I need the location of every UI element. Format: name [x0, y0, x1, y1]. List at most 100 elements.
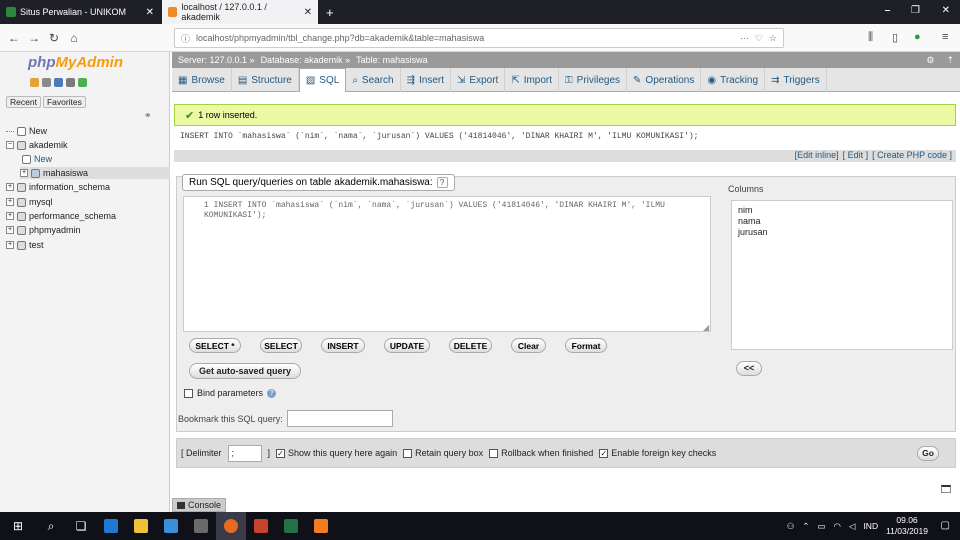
resize-handle-icon[interactable]: ◢	[703, 323, 709, 332]
edit-link[interactable]: [ Edit ]	[843, 150, 869, 162]
link-icon[interactable]: ⚭	[144, 110, 152, 121]
column-option[interactable]: nim	[738, 205, 946, 216]
tab-privileges[interactable]: ⚿ Privileges	[559, 68, 628, 92]
go-button[interactable]: Go	[917, 446, 939, 461]
edge-icon[interactable]	[96, 512, 126, 540]
clear-button[interactable]: Clear	[511, 338, 546, 353]
browser-tab-2[interactable]: localhost / 127.0.0.1 / akademik ✕	[162, 0, 318, 24]
tree-item-performance-schema[interactable]: + performance_schema	[6, 211, 116, 221]
firefox-icon[interactable]	[216, 512, 246, 540]
file-explorer-icon[interactable]	[126, 512, 156, 540]
task-view-icon[interactable]: ❏	[66, 512, 96, 540]
column-option[interactable]: nama	[738, 216, 946, 227]
tab-triggers[interactable]: ⇉ Triggers	[765, 68, 827, 92]
checkbox-checked[interactable]: ✓	[276, 448, 286, 458]
tree-item-akademik[interactable]: − akademik	[6, 140, 68, 150]
delete-button[interactable]: DELETE	[449, 338, 492, 353]
clock[interactable]: 09.06 11/03/2019	[886, 515, 928, 537]
mail-icon[interactable]	[186, 512, 216, 540]
excel-icon[interactable]	[276, 512, 306, 540]
volume-icon[interactable]: ◁	[849, 521, 856, 532]
close-tab-icon[interactable]: ✕	[304, 7, 312, 18]
search-icon[interactable]: ⌕	[36, 512, 66, 540]
library-icon[interactable]: ⫼	[868, 31, 873, 44]
logout-icon[interactable]	[42, 78, 51, 87]
battery-icon[interactable]: ▭	[817, 521, 825, 532]
xampp-icon[interactable]	[306, 512, 336, 540]
tab-import[interactable]: ⇱ Import	[505, 68, 560, 92]
tab-browse[interactable]: ▦ Browse	[172, 68, 232, 92]
column-option[interactable]: jurusan	[738, 227, 946, 238]
checkbox[interactable]	[489, 448, 499, 458]
tab-tracking[interactable]: ◉ Tracking	[701, 68, 766, 92]
select-all-button[interactable]: SELECT *	[189, 338, 241, 353]
tree-item-information-schema[interactable]: + information_schema	[6, 182, 110, 192]
expand-icon[interactable]: +	[6, 198, 14, 206]
edit-inline-link[interactable]: [Edit inline]	[795, 150, 839, 162]
breadcrumb-database[interactable]: Database: akademik »	[261, 55, 351, 65]
retain-query-option[interactable]: Retain query box	[403, 448, 483, 458]
tab-search[interactable]: ⌕ Search	[346, 68, 401, 92]
sql-editor[interactable]: 1 INSERT INTO `mahasiswa` (`nim`, `nama`…	[183, 196, 711, 332]
console-tab[interactable]: Console	[172, 498, 227, 512]
phpmyadmin-logo[interactable]: phpMyAdmin	[28, 54, 123, 71]
tree-item-new[interactable]: New	[6, 126, 47, 136]
docs-icon[interactable]	[54, 78, 63, 87]
insert-column-button[interactable]: <<	[736, 361, 762, 376]
expand-icon[interactable]: +	[6, 226, 14, 234]
close-tab-icon[interactable]: ✕	[146, 7, 154, 18]
favorites-tab[interactable]: Favorites	[42, 96, 86, 108]
insert-button[interactable]: INSERT	[321, 338, 365, 353]
tab-sql[interactable]: ▧ SQL	[298, 68, 347, 92]
tree-item-phpmyadmin[interactable]: + phpmyadmin	[6, 225, 81, 235]
sidebar-toggle-icon[interactable]: ▯	[892, 31, 898, 44]
breadcrumb-table[interactable]: Table: mahasiswa	[356, 55, 428, 65]
network-icon[interactable]: ◠	[833, 521, 840, 532]
collapse-icon[interactable]: −	[6, 141, 14, 149]
url-bar[interactable]: ⓘ localhost/phpmyadmin/tbl_change.php?db…	[174, 28, 784, 48]
checkbox[interactable]	[403, 448, 413, 458]
tree-item-table-new[interactable]: New	[22, 154, 52, 164]
help-icon[interactable]: ?	[436, 177, 448, 188]
rollback-option[interactable]: Rollback when finished	[489, 448, 593, 458]
page-actions-icon[interactable]: ···	[740, 33, 749, 43]
foreign-key-option[interactable]: ✓ Enable foreign key checks	[599, 448, 716, 458]
checkbox-checked[interactable]: ✓	[599, 448, 609, 458]
scroll-top-icon[interactable]	[941, 485, 951, 493]
minimize-icon[interactable]: ⎯	[885, 5, 890, 16]
reload-icon[interactable]: ↻	[44, 31, 64, 45]
restore-icon[interactable]: ❐	[911, 5, 920, 16]
notifications-icon[interactable]: ▢	[941, 520, 950, 531]
select-button[interactable]: SELECT	[260, 338, 302, 353]
powerpoint-icon[interactable]	[246, 512, 276, 540]
extension-icon[interactable]: ●	[914, 31, 921, 43]
pocket-icon[interactable]: ♡	[755, 33, 763, 44]
settings-icon[interactable]	[66, 78, 75, 87]
back-icon[interactable]: ←	[4, 31, 24, 45]
bookmark-star-icon[interactable]: ☆	[769, 33, 777, 44]
forward-icon[interactable]: →	[24, 31, 44, 45]
reload-nav-icon[interactable]	[78, 78, 87, 87]
bind-parameters-checkbox[interactable]	[184, 388, 193, 398]
delimiter-input[interactable]: ;	[227, 444, 262, 462]
menu-icon[interactable]: ≡	[942, 31, 948, 43]
show-hidden-icon[interactable]: ⌃	[802, 521, 809, 532]
new-tab-icon[interactable]: +	[320, 0, 340, 24]
show-query-option[interactable]: ✓ Show this query here again	[276, 448, 397, 458]
help-icon[interactable]: ?	[267, 388, 277, 398]
tab-structure[interactable]: ▤ Structure	[232, 68, 299, 92]
home-icon[interactable]: ⌂	[64, 31, 84, 45]
close-window-icon[interactable]: ✕	[942, 5, 950, 16]
store-icon[interactable]	[156, 512, 186, 540]
tab-insert[interactable]: ⇶ Insert	[401, 68, 452, 92]
recent-tab[interactable]: Recent	[6, 96, 41, 108]
columns-list[interactable]: nim nama jurusan	[731, 200, 953, 350]
breadcrumb-server[interactable]: Server: 127.0.0.1 »	[178, 55, 255, 65]
tree-item-test[interactable]: + test	[6, 240, 44, 250]
expand-icon[interactable]: +	[6, 241, 14, 249]
people-icon[interactable]: ⚇	[787, 521, 795, 532]
expand-icon[interactable]: +	[20, 169, 28, 177]
settings-icon[interactable]: ⚙	[926, 55, 934, 66]
collapse-top-icon[interactable]: ⇡	[946, 55, 954, 66]
browser-tab-1[interactable]: Situs Perwalian - UNIKOM ✕	[0, 0, 160, 24]
